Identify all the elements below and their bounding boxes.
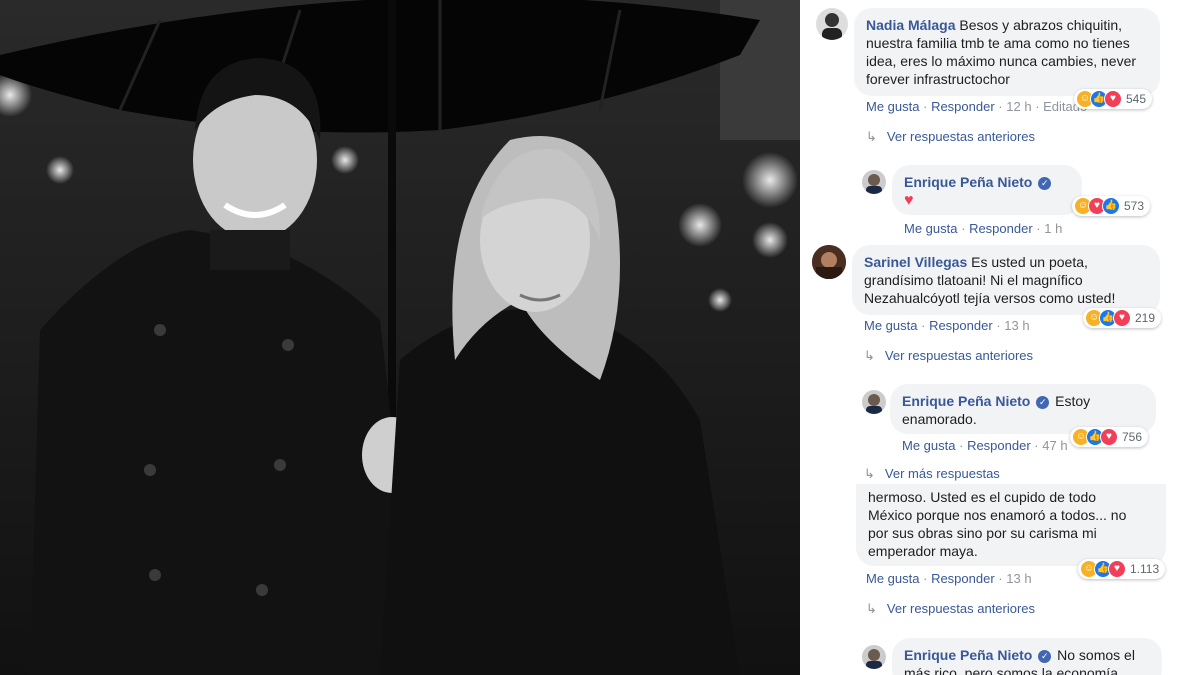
comment-text-line: hermoso. Usted es el cupido de todo — [868, 489, 1097, 505]
comment-actions: Me gusta · Responder · 1 h — [904, 221, 1063, 236]
verified-badge-icon: ✓ — [1036, 395, 1050, 409]
comment-bubble: Nadia Málaga Besos y abrazos chiquitin, … — [854, 8, 1160, 96]
comment-author[interactable]: Enrique Peña Nieto — [904, 647, 1032, 663]
comment-actions: Me gusta · Responder · 13 h — [864, 318, 1030, 333]
like-link[interactable]: Me gusta — [866, 99, 919, 114]
reactions-badge[interactable]: ☺ 👍 ♥ 545 — [1074, 89, 1153, 109]
comment-text-line: emperador maya. — [868, 543, 978, 559]
timestamp[interactable]: 13 h — [1006, 571, 1031, 586]
love-reaction-icon: ♥ — [1104, 90, 1122, 108]
comment-bubble: Enrique Peña Nieto ✓ No somos el más ric… — [892, 638, 1162, 675]
reactions-badge[interactable]: ☺ 👍 ♥ 1.113 — [1078, 559, 1166, 579]
reply-link[interactable]: Responder — [929, 318, 993, 333]
comment-actions: Me gusta · Responder · 47 h — [902, 438, 1068, 453]
comment-text-line: México porque nos enamoró a todos... no — [868, 507, 1127, 523]
view-previous-replies[interactable]: ↳ Ver respuestas anteriores — [866, 601, 1035, 617]
comment-bubble: hermoso. Usted es el cupido de todo Méxi… — [856, 484, 1166, 566]
like-link[interactable]: Me gusta — [864, 318, 917, 333]
photo-illustration — [0, 0, 800, 675]
timestamp[interactable]: 13 h — [1004, 318, 1029, 333]
comment-author[interactable]: Enrique Peña Nieto — [904, 174, 1032, 190]
avatar[interactable] — [862, 170, 886, 194]
like-link[interactable]: Me gusta — [902, 438, 955, 453]
love-reaction-icon: ♥ — [1108, 560, 1126, 578]
timestamp[interactable]: 12 h — [1006, 99, 1031, 114]
comment-bubble: Enrique Peña Nieto ✓ ♥ — [892, 165, 1082, 215]
love-reaction-icon: ♥ — [1113, 309, 1131, 327]
view-replies-label: Ver respuestas anteriores — [884, 348, 1034, 363]
view-replies-label: Ver respuestas anteriores — [886, 601, 1036, 616]
reply-arrow-icon: ↳ — [864, 466, 875, 481]
verified-badge-icon: ✓ — [1038, 649, 1052, 663]
love-reaction-icon: ♥ — [1100, 428, 1118, 446]
reaction-count: 756 — [1122, 430, 1143, 444]
avatar[interactable] — [862, 390, 886, 414]
comment-author[interactable]: Enrique Peña Nieto — [902, 393, 1030, 409]
reaction-count: 573 — [1124, 199, 1145, 213]
reactions-badge[interactable]: ☺ ♥ 👍 573 — [1072, 196, 1151, 216]
timestamp[interactable]: 1 h — [1044, 221, 1062, 236]
comment-actions: Me gusta · Responder · 12 h · Editado — [866, 99, 1088, 114]
avatar[interactable] — [816, 8, 848, 40]
comment-author[interactable]: Nadia Málaga — [866, 17, 955, 33]
reply-link[interactable]: Responder — [967, 438, 1031, 453]
heart-emoji: ♥ — [904, 192, 914, 209]
comment-text-line: más rico, pero somos la economía — [904, 665, 1118, 675]
comment-text-line: por sus obras sino por su carisma mi — [868, 525, 1097, 541]
couple-photo — [0, 0, 800, 675]
like-reaction-icon: 👍 — [1102, 197, 1120, 215]
reactions-badge[interactable]: ☺ 👍 ♥ 756 — [1070, 427, 1149, 447]
view-previous-replies[interactable]: ↳ Ver respuestas anteriores — [864, 348, 1033, 364]
reply-link[interactable]: Responder — [969, 221, 1033, 236]
avatar[interactable] — [812, 245, 846, 279]
reaction-count: 1.113 — [1130, 562, 1160, 576]
reply-arrow-icon: ↳ — [866, 601, 877, 616]
comments-panel: Nadia Málaga Besos y abrazos chiquitin, … — [800, 0, 1200, 675]
reactions-badge[interactable]: ☺ 👍 ♥ 219 — [1083, 308, 1162, 328]
timestamp[interactable]: 47 h — [1042, 438, 1067, 453]
reply-arrow-icon: ↳ — [864, 348, 875, 363]
view-replies-label: Ver respuestas anteriores — [886, 129, 1036, 144]
comment-bubble: Sarinel Villegas Es usted un poeta, gran… — [852, 245, 1160, 315]
comment-text-line: No somos el — [1057, 647, 1135, 663]
reply-link[interactable]: Responder — [931, 99, 995, 114]
avatar[interactable] — [862, 645, 886, 669]
reaction-count: 545 — [1126, 92, 1147, 106]
like-link[interactable]: Me gusta — [904, 221, 957, 236]
comment-actions: Me gusta · Responder · 13 h — [866, 571, 1032, 586]
reply-link[interactable]: Responder — [931, 571, 995, 586]
comment-author[interactable]: Sarinel Villegas — [864, 254, 967, 270]
reaction-count: 219 — [1135, 311, 1156, 325]
like-link[interactable]: Me gusta — [866, 571, 919, 586]
verified-badge-icon: ✓ — [1038, 176, 1052, 190]
view-replies-label: Ver más respuestas — [884, 466, 1000, 481]
reply-arrow-icon: ↳ — [866, 129, 877, 144]
view-previous-replies[interactable]: ↳ Ver respuestas anteriores — [866, 129, 1035, 145]
view-more-replies[interactable]: ↳ Ver más respuestas — [864, 466, 1000, 482]
